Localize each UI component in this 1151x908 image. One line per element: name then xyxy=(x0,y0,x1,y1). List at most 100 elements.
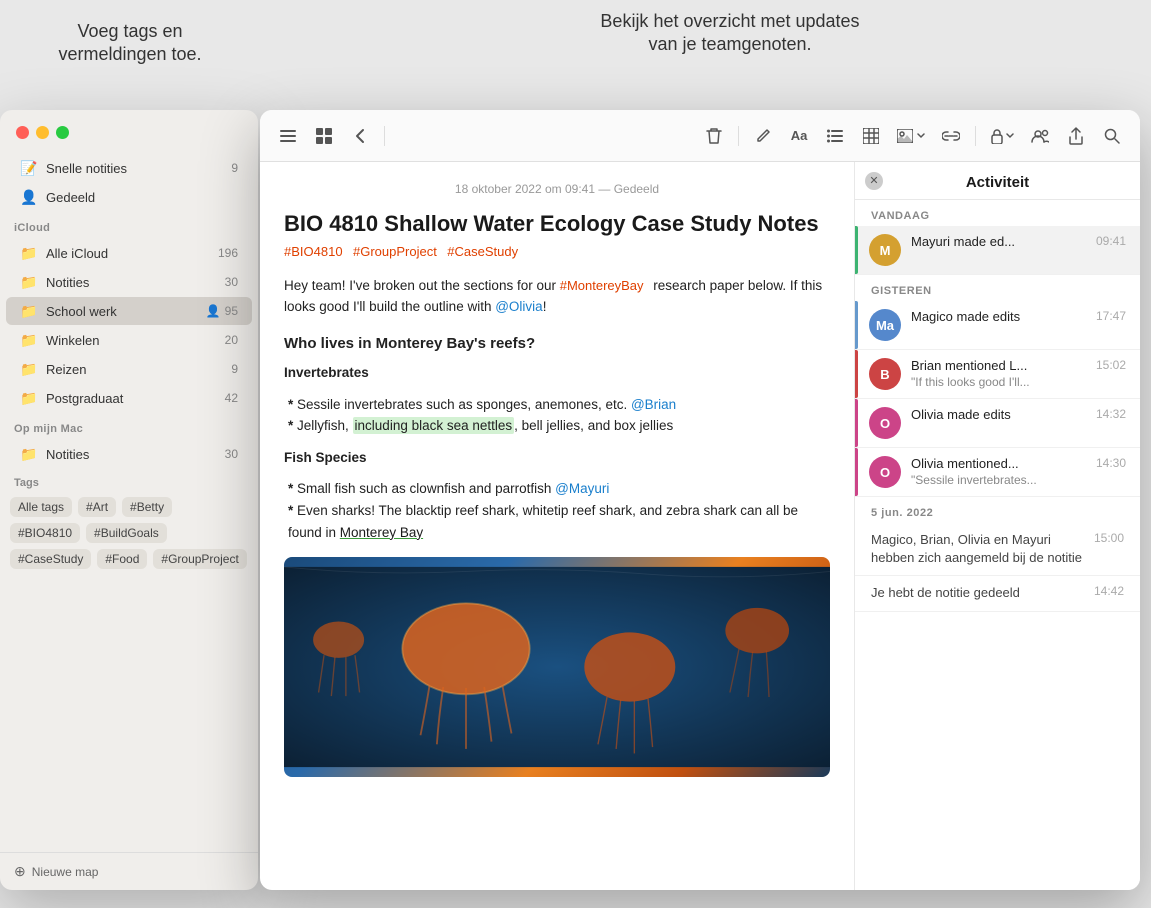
activity-item-olivia-mention[interactable]: O Olivia mentioned... "Sessile invertebr… xyxy=(855,448,1140,497)
activity-list: VANDAAG M Mayuri made ed... 09:41 GISTER… xyxy=(855,200,1140,890)
fish-list: Small fish such as clownfish and parrotf… xyxy=(284,478,830,543)
tag-casestudy[interactable]: #CaseStudy xyxy=(10,549,91,569)
avatar-mayuri: M xyxy=(869,234,901,266)
folder-icon: 📁 xyxy=(20,244,38,262)
activity-time: 15:00 xyxy=(1094,531,1124,545)
accent-bar xyxy=(855,448,858,496)
tag-buildgoals[interactable]: #BuildGoals xyxy=(86,523,167,543)
gedeeld-icon: 👤 xyxy=(20,188,38,206)
toolbar-divider-2 xyxy=(738,126,739,146)
note-title: BIO 4810 Shallow Water Ecology Case Stud… xyxy=(284,210,830,239)
tag-food[interactable]: #Food xyxy=(97,549,147,569)
text-style-label: Aa xyxy=(791,128,808,143)
sidebar-item-snelle-notities[interactable]: 📝 Snelle notities 9 xyxy=(6,154,252,182)
sidebar-item-count: 9 xyxy=(231,161,238,175)
mention-monterey-bay[interactable]: #MontereyBay xyxy=(560,278,644,293)
note-intro: Hey team! I've broken out the sections f… xyxy=(284,275,830,318)
back-button[interactable] xyxy=(344,120,376,152)
activity-item-magico[interactable]: Ma Magico made edits 17:47 xyxy=(855,301,1140,350)
mention-olivia[interactable]: @Olivia xyxy=(495,299,542,314)
activity-time: 09:41 xyxy=(1096,234,1126,248)
grid-view-button[interactable] xyxy=(308,120,340,152)
sidebar-item-count: 30 xyxy=(225,447,238,461)
sidebar-item-count: 30 xyxy=(225,275,238,289)
sidebar-item-label: Winkelen xyxy=(46,333,225,348)
tag-betty[interactable]: #Betty xyxy=(122,497,172,517)
link-button[interactable] xyxy=(935,120,967,152)
bullet2: Jellyfish, including black sea nettles, … xyxy=(288,415,830,437)
tag-groupproject[interactable]: #GroupProject xyxy=(153,549,246,569)
search-button[interactable] xyxy=(1096,120,1128,152)
icloud-section-header: iCloud xyxy=(0,212,258,238)
folder-icon: 📁 xyxy=(20,302,38,320)
sidebar-item-gedeeld[interactable]: 👤 Gedeeld xyxy=(6,183,252,211)
activity-shared[interactable]: 14:42 Je hebt de notitie gedeeld xyxy=(855,576,1140,611)
activity-item-olivia-edits[interactable]: O Olivia made edits 14:32 xyxy=(855,399,1140,448)
bullet3: Small fish such as clownfish and parrotf… xyxy=(288,478,830,500)
snelle-notities-icon: 📝 xyxy=(20,159,38,177)
activity-time: 14:30 xyxy=(1096,456,1126,470)
compose-button[interactable] xyxy=(747,120,779,152)
yesterday-header: GISTEREN xyxy=(855,275,1140,301)
accent-bar xyxy=(855,350,858,398)
media-button[interactable] xyxy=(891,120,931,152)
list-view-button[interactable] xyxy=(272,120,304,152)
sidebar-item-postgraduaat[interactable]: 📁 Postgraduaat 42 xyxy=(6,384,252,412)
sidebar-item-label: School werk xyxy=(46,304,206,319)
activity-desc: Je hebt de notitie gedeeld xyxy=(871,584,1124,602)
sidebar-item-label: Reizen xyxy=(46,362,231,377)
mention-brian[interactable]: @Brian xyxy=(631,397,676,412)
note-area: 18 oktober 2022 om 09:41 — Gedeeld BIO 4… xyxy=(260,162,855,890)
new-folder-button[interactable]: ⊕ Nieuwe map xyxy=(0,852,258,890)
tag-casestudy[interactable]: #CaseStudy xyxy=(447,244,518,259)
list-format-button[interactable] xyxy=(819,120,851,152)
text-style-button[interactable]: Aa xyxy=(783,120,815,152)
activity-main-text: Mayuri made ed... xyxy=(911,234,1088,249)
plus-icon: ⊕ xyxy=(14,863,26,880)
activity-close-button[interactable]: ✕ xyxy=(865,172,883,190)
sidebar-item-reizen[interactable]: 📁 Reizen 9 xyxy=(6,355,252,383)
tag-art[interactable]: #Art xyxy=(78,497,116,517)
tag-alle-tags[interactable]: Alle tags xyxy=(10,497,72,517)
activity-sub-text: "Sessile invertebrates... xyxy=(911,473,1088,487)
close-button[interactable] xyxy=(16,126,29,139)
sidebar-item-label: Notities xyxy=(46,275,225,290)
sidebar-item-alle-icloud[interactable]: 📁 Alle iCloud 196 xyxy=(6,239,252,267)
avatar-olivia: O xyxy=(869,456,901,488)
section1-sub: Invertebrates xyxy=(284,362,830,384)
sidebar-items: 📝 Snelle notities 9 👤 Gedeeld iCloud 📁 A… xyxy=(0,149,258,852)
sidebar-item-notities[interactable]: 📁 Notities 30 xyxy=(6,268,252,296)
activity-item-brian-mention[interactable]: B Brian mentioned L... "If this looks go… xyxy=(855,350,1140,399)
mention-mayuri[interactable]: @Mayuri xyxy=(555,481,609,496)
tag-groupproject[interactable]: #GroupProject xyxy=(353,244,437,259)
tag-bio4810[interactable]: #BIO4810 xyxy=(10,523,80,543)
activity-group-join[interactable]: 15:00 Magico, Brian, Olivia en Mayuri he… xyxy=(855,523,1140,576)
sidebar-item-mac-notities[interactable]: 📁 Notities 30 xyxy=(6,440,252,468)
section1-title: Who lives in Monterey Bay's reefs? xyxy=(284,332,830,356)
activity-time: 15:02 xyxy=(1096,358,1126,372)
new-folder-label: Nieuwe map xyxy=(32,865,99,879)
sidebar-item-count: 20 xyxy=(225,333,238,347)
collaborate-button[interactable] xyxy=(1024,120,1056,152)
lock-button[interactable] xyxy=(984,120,1020,152)
minimize-button[interactable] xyxy=(36,126,49,139)
activity-item-mayuri[interactable]: M Mayuri made ed... 09:41 xyxy=(855,226,1140,275)
folder-icon: 📁 xyxy=(20,331,38,349)
activity-main-text: Olivia mentioned... xyxy=(911,456,1088,471)
table-button[interactable] xyxy=(855,120,887,152)
note-meta: 18 oktober 2022 om 09:41 — Gedeeld xyxy=(284,182,830,196)
sidebar: 📝 Snelle notities 9 👤 Gedeeld iCloud 📁 A… xyxy=(0,110,258,890)
fullscreen-button[interactable] xyxy=(56,126,69,139)
sidebar-item-school-werk[interactable]: 📁 School werk 👤 95 xyxy=(6,297,252,325)
activity-panel: ✕ Activiteit VANDAAG M Mayuri made ed...… xyxy=(855,162,1140,890)
activity-main-text: Olivia made edits xyxy=(911,407,1088,422)
tags-section: Tags Alle tags #Art #Betty #BIO4810 #Bui… xyxy=(0,469,258,577)
folder-icon: 📁 xyxy=(20,273,38,291)
toolbar-divider-3 xyxy=(975,126,976,146)
tag-bio4810[interactable]: #BIO4810 xyxy=(284,244,343,259)
delete-button[interactable] xyxy=(698,120,730,152)
sidebar-item-winkelen[interactable]: 📁 Winkelen 20 xyxy=(6,326,252,354)
share-button[interactable] xyxy=(1060,120,1092,152)
sidebar-item-count: 196 xyxy=(218,246,238,260)
sidebar-item-count: 42 xyxy=(225,391,238,405)
